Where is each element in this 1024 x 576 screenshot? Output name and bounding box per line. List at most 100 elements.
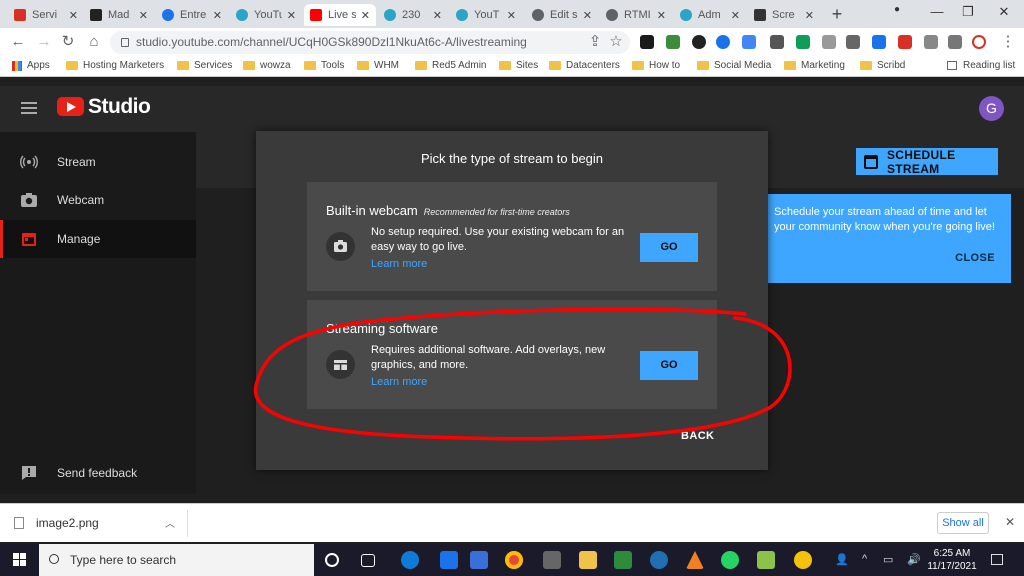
- share-icon[interactable]: ⇪: [587, 34, 603, 50]
- extension-icon[interactable]: [924, 35, 938, 49]
- sidebar-item-stream[interactable]: Stream: [0, 143, 196, 181]
- taskbar-app-icon[interactable]: [614, 551, 632, 569]
- volume-icon[interactable]: 🔊: [907, 553, 921, 566]
- bookmark-folder[interactable]: Scribd: [860, 60, 905, 71]
- close-tab-icon[interactable]: ✕: [361, 9, 370, 22]
- extension-icon[interactable]: [666, 35, 680, 49]
- extension-icon[interactable]: [846, 35, 860, 49]
- forward-arrow-icon[interactable]: →: [36, 34, 52, 50]
- chevron-up-icon[interactable]: ︿: [165, 515, 175, 530]
- go-button-webcam[interactable]: GO: [640, 233, 698, 262]
- sidebar-item-feedback[interactable]: Send feedback: [0, 454, 196, 492]
- reading-list[interactable]: Reading list: [947, 60, 1015, 71]
- browser-tab[interactable]: Entre ✕: [156, 4, 228, 26]
- extension-icon[interactable]: [770, 35, 784, 49]
- address-bar[interactable]: studio.youtube.com/channel/UCqH0GSk890Dz…: [110, 31, 630, 54]
- bookmark-folder[interactable]: Social Media: [697, 60, 771, 71]
- browser-tab[interactable]: Adm ✕: [674, 4, 746, 26]
- taskbar-app-icon[interactable]: [543, 551, 561, 569]
- bookmark-folder[interactable]: Datacenters: [549, 60, 620, 71]
- taskbar-app-icon[interactable]: [794, 551, 812, 569]
- schedule-stream-button[interactable]: SCHEDULE STREAM: [856, 148, 998, 176]
- browser-tab-active[interactable]: Live s ✕: [304, 4, 376, 26]
- sidebar-item-manage[interactable]: Manage: [0, 220, 196, 258]
- close-downloads-icon[interactable]: ✕: [1005, 515, 1015, 529]
- browser-tab[interactable]: Mad ✕: [84, 4, 154, 26]
- cortana-icon[interactable]: [325, 553, 339, 567]
- studio-logo-text[interactable]: Studio: [88, 95, 151, 119]
- sidebar-item-webcam[interactable]: Webcam: [0, 181, 196, 219]
- whatsapp-icon[interactable]: [721, 551, 739, 569]
- new-tab-button[interactable]: +: [827, 4, 847, 25]
- hamburger-menu-icon[interactable]: [21, 102, 37, 114]
- bookmark-folder[interactable]: Hosting Marketers: [66, 60, 164, 71]
- minimize-button[interactable]: —: [927, 4, 947, 22]
- tray-chevron-icon[interactable]: ^: [862, 553, 867, 565]
- restore-button[interactable]: ❐: [958, 4, 978, 22]
- reload-icon[interactable]: ↻: [60, 34, 76, 50]
- bookmark-folder[interactable]: Marketing: [784, 60, 845, 71]
- tooltip-close-button[interactable]: CLOSE: [955, 252, 995, 264]
- battery-icon[interactable]: ▭: [883, 553, 893, 566]
- system-clock[interactable]: 6:25 AM 11/17/2021: [922, 547, 982, 573]
- notifications-icon[interactable]: [991, 554, 1003, 565]
- extensions-puzzle-icon[interactable]: [948, 35, 962, 49]
- bookmark-folder[interactable]: Services: [177, 60, 232, 71]
- close-tab-icon[interactable]: ✕: [69, 9, 78, 22]
- youtube-logo-icon[interactable]: [57, 97, 84, 116]
- task-view-icon[interactable]: [361, 554, 375, 567]
- extension-icon[interactable]: [742, 35, 756, 49]
- close-tab-icon[interactable]: ✕: [805, 9, 814, 22]
- browser-tab[interactable]: Servi ✕: [8, 4, 84, 26]
- show-all-button[interactable]: Show all: [937, 512, 989, 534]
- menu-dots-icon[interactable]: ⋮: [1000, 34, 1016, 50]
- bookmark-folder[interactable]: Tools: [304, 60, 344, 71]
- extension-icon[interactable]: [796, 35, 810, 49]
- extension-icon[interactable]: [692, 35, 706, 49]
- bookmark-star-icon[interactable]: ☆: [608, 34, 624, 50]
- taskbar-app-icon[interactable]: [650, 551, 668, 569]
- windows-start-icon[interactable]: [13, 553, 27, 567]
- profile-dot-icon[interactable]: ●: [887, 4, 907, 22]
- close-tab-icon[interactable]: ✕: [657, 9, 666, 22]
- close-tab-icon[interactable]: ✕: [583, 9, 592, 22]
- download-item[interactable]: image2.png: [14, 516, 99, 530]
- taskbar-search-input[interactable]: Type here to search: [39, 544, 314, 576]
- bookmark-folder[interactable]: Red5 Admin: [415, 60, 486, 71]
- home-icon[interactable]: ⌂: [86, 34, 102, 50]
- people-icon[interactable]: 👤: [835, 553, 849, 566]
- close-tab-icon[interactable]: ✕: [433, 9, 442, 22]
- browser-tab[interactable]: YouTu ✕: [230, 4, 302, 26]
- back-button[interactable]: BACK: [681, 430, 714, 442]
- extension-icon[interactable]: [822, 35, 836, 49]
- extension-icon[interactable]: [898, 35, 912, 49]
- taskbar-app-icon[interactable]: [470, 551, 488, 569]
- learn-more-link[interactable]: Learn more: [371, 376, 427, 388]
- close-tab-icon[interactable]: ✕: [213, 9, 222, 22]
- extension-icon[interactable]: [872, 35, 886, 49]
- outlook-icon[interactable]: [440, 551, 458, 569]
- back-arrow-icon[interactable]: ←: [10, 34, 26, 50]
- file-explorer-icon[interactable]: [579, 551, 597, 569]
- bookmark-folder[interactable]: WHM: [357, 60, 399, 71]
- close-tab-icon[interactable]: ✕: [139, 9, 148, 22]
- close-tab-icon[interactable]: ✕: [287, 9, 296, 22]
- close-tab-icon[interactable]: ✕: [507, 9, 516, 22]
- bookmark-apps[interactable]: Apps: [12, 60, 50, 71]
- profile-icon[interactable]: [972, 35, 986, 49]
- bookmark-folder[interactable]: wowza: [243, 60, 291, 71]
- vlc-icon[interactable]: [686, 551, 704, 569]
- bookmark-folder[interactable]: How to: [632, 60, 680, 71]
- edge-icon[interactable]: [401, 551, 419, 569]
- browser-tab[interactable]: YouT ✕: [450, 4, 522, 26]
- browser-tab[interactable]: RTMI ✕: [600, 4, 672, 26]
- chrome-icon[interactable]: [505, 551, 523, 569]
- extension-icon[interactable]: [716, 35, 730, 49]
- browser-tab[interactable]: Scre ✕: [748, 4, 820, 26]
- taskbar-app-icon[interactable]: [757, 551, 775, 569]
- learn-more-link[interactable]: Learn more: [371, 258, 427, 270]
- browser-tab[interactable]: 230 ✕: [378, 4, 448, 26]
- avatar[interactable]: G: [979, 96, 1004, 121]
- extension-icon[interactable]: [640, 35, 654, 49]
- close-window-button[interactable]: ✕: [994, 4, 1014, 22]
